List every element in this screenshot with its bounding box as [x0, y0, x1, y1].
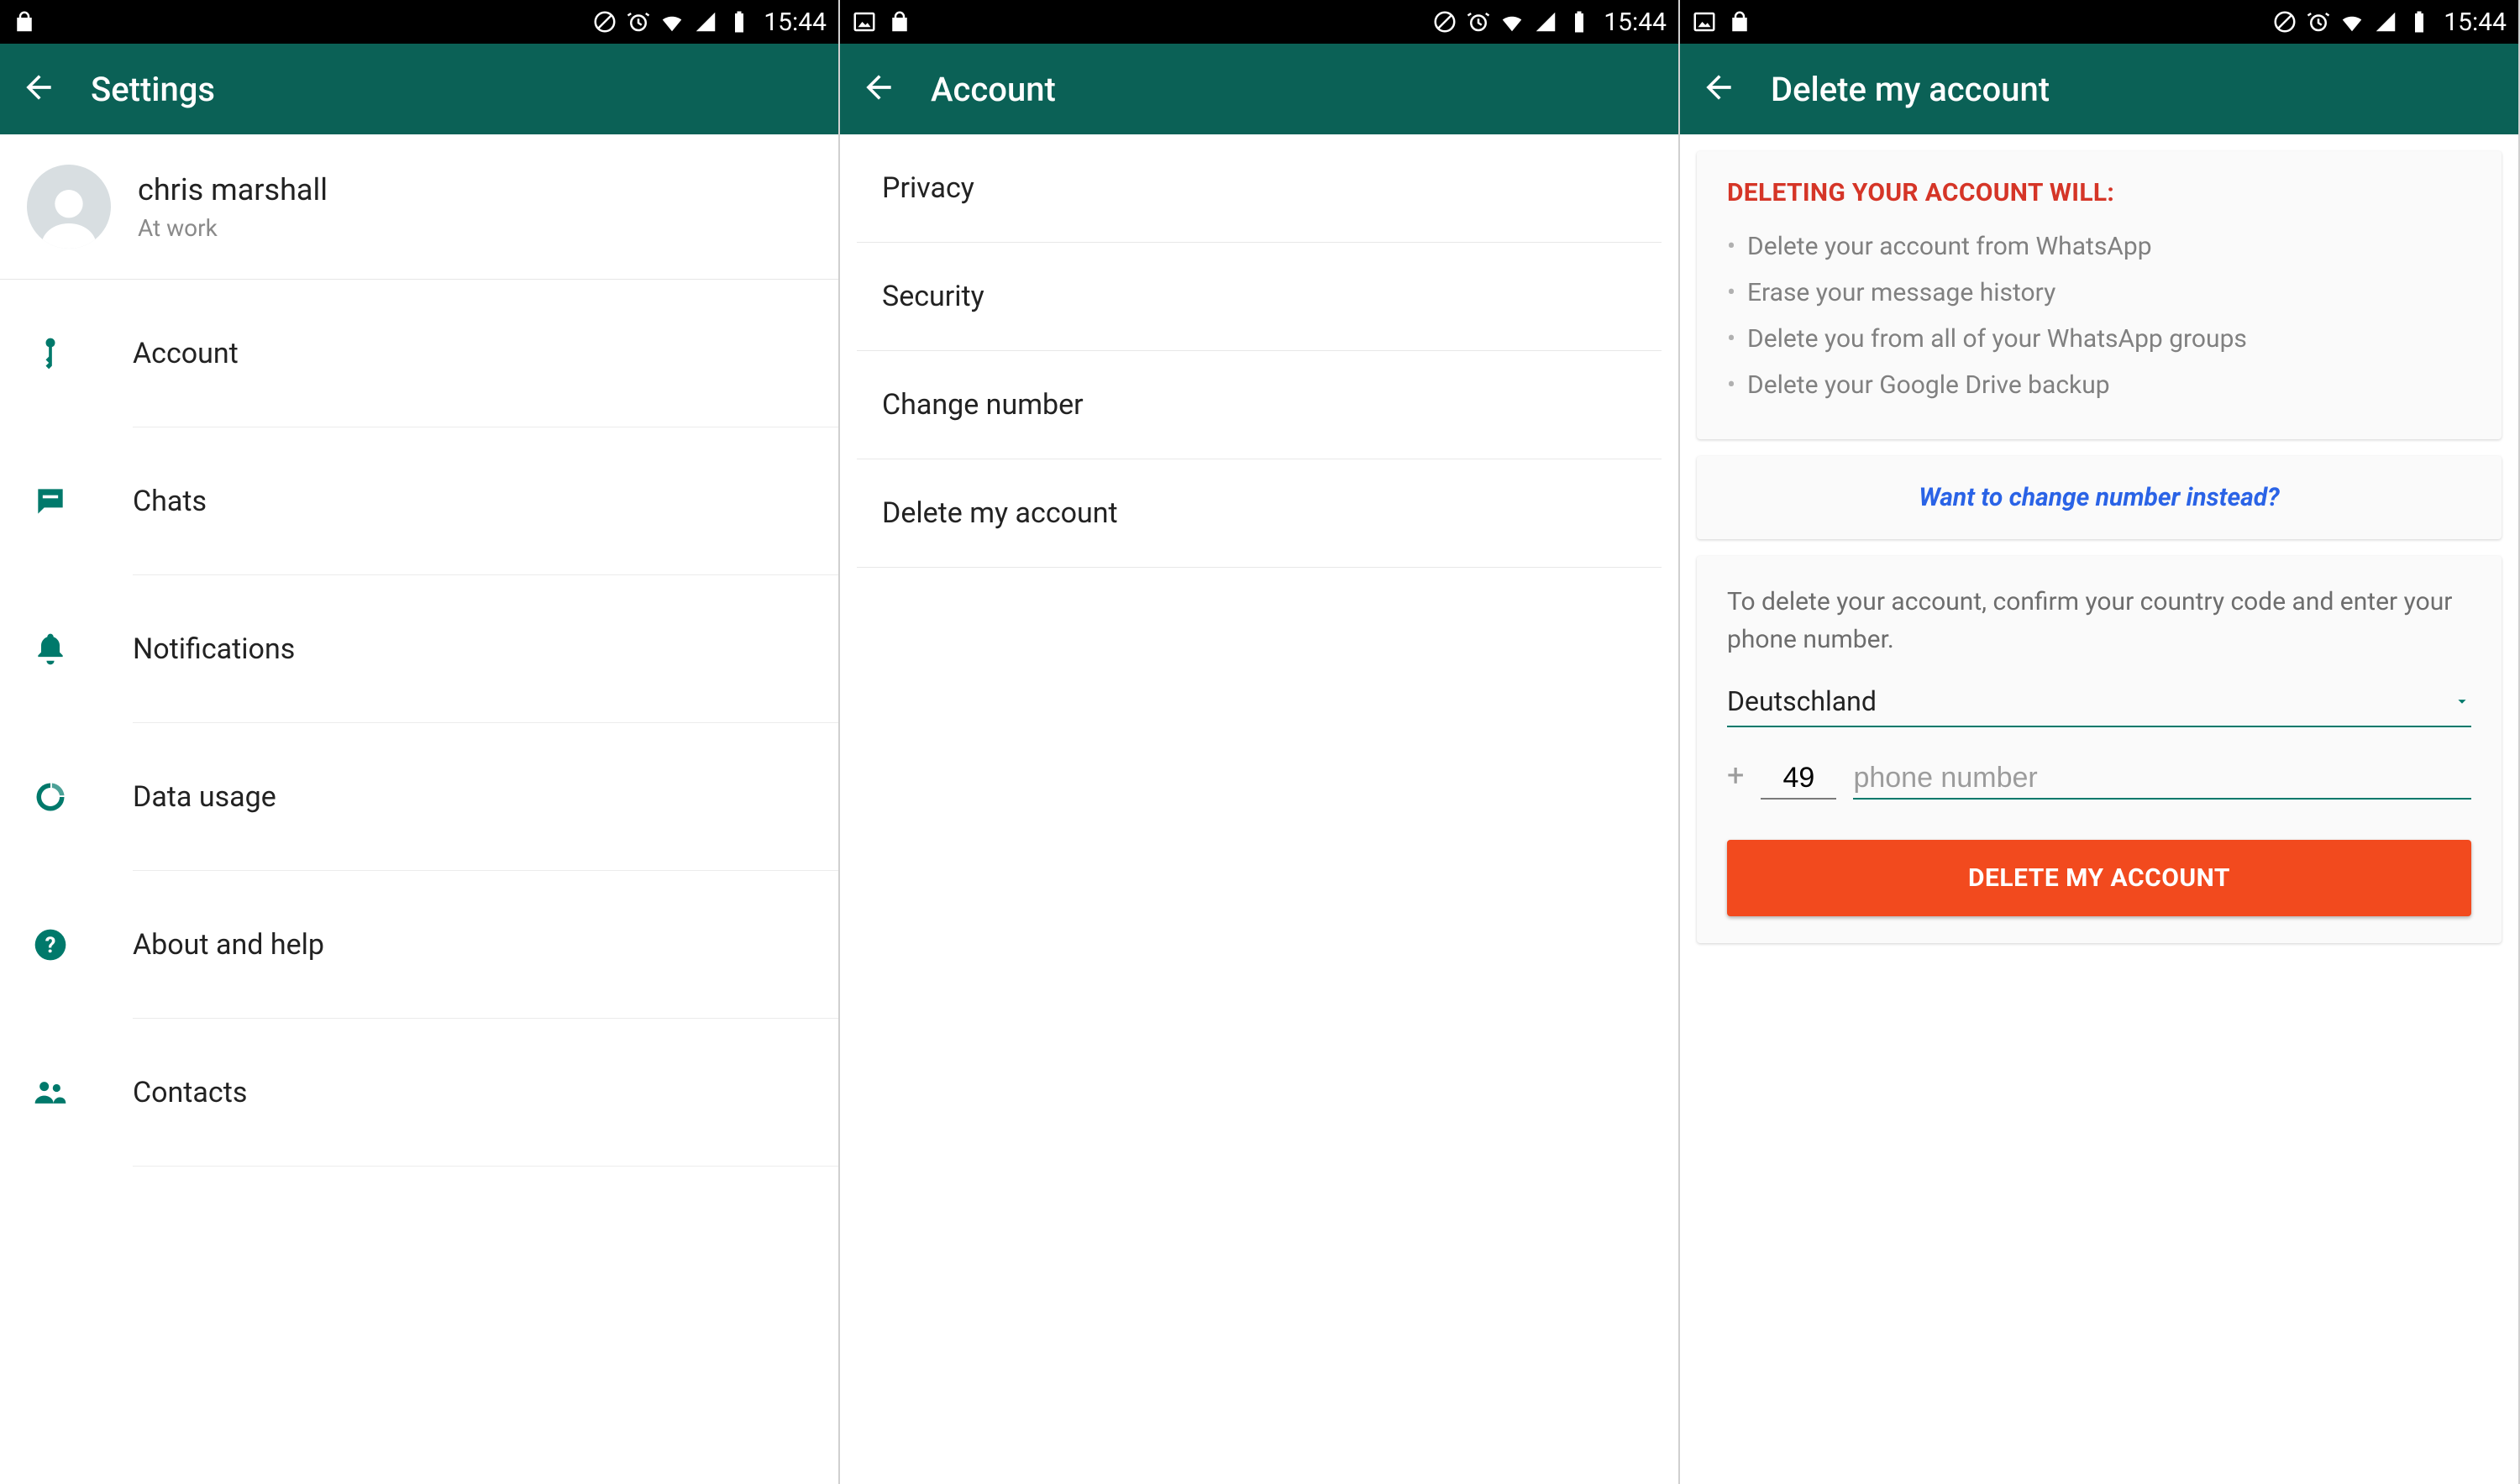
lock-icon — [1727, 9, 1752, 34]
profile-name: chris marshall — [138, 172, 328, 207]
bullet-item: Delete you from all of your WhatsApp gro… — [1727, 320, 2471, 358]
settings-item-notifications[interactable]: Notifications — [133, 575, 838, 723]
country-selector[interactable]: Deutschland — [1727, 679, 2471, 727]
page-title: Settings — [91, 70, 215, 109]
contacts-icon — [27, 1074, 74, 1111]
clock-text: 15:44 — [2444, 8, 2507, 37]
lock-icon — [12, 9, 37, 34]
delete-body: DELETING YOUR ACCOUNT WILL: Delete your … — [1680, 134, 2518, 960]
signal-icon — [693, 9, 718, 34]
change-number-card[interactable]: Want to change number instead? — [1697, 456, 2502, 539]
account-item-security[interactable]: Security — [857, 243, 1662, 351]
app-bar: Settings — [0, 44, 838, 134]
phone-number-input[interactable] — [1853, 758, 2471, 800]
settings-item-contacts[interactable]: Contacts — [133, 1019, 838, 1167]
alarm-icon — [626, 9, 651, 34]
status-bar: 15:44 — [1680, 0, 2518, 44]
confirm-card: To delete your account, confirm your cou… — [1697, 556, 2502, 943]
plus-icon: + — [1727, 758, 1744, 800]
settings-item-account[interactable]: Account — [133, 280, 838, 427]
app-bar: Delete my account — [1680, 44, 2518, 134]
screen-settings: 15:44 Settings chris marshall At work Ac… — [0, 0, 840, 1484]
warning-title: DELETING YOUR ACCOUNT WILL: — [1727, 178, 2471, 207]
page-title: Delete my account — [1771, 70, 2050, 109]
instruction-text: To delete your account, confirm your cou… — [1727, 583, 2471, 658]
chat-icon — [27, 483, 74, 520]
avatar — [27, 165, 111, 249]
phone-row: + — [1727, 758, 2471, 800]
battery-icon — [2407, 9, 2432, 34]
alarm-icon — [2306, 9, 2331, 34]
data-usage-icon — [27, 779, 74, 815]
account-item-privacy[interactable]: Privacy — [857, 134, 1662, 243]
back-icon[interactable] — [1700, 69, 1737, 109]
image-icon — [852, 9, 877, 34]
help-icon: ? — [27, 926, 74, 963]
bullet-item: Delete your account from WhatsApp — [1727, 228, 2471, 265]
status-bar: 15:44 — [0, 0, 838, 44]
settings-label: Data usage — [133, 780, 276, 814]
bell-icon — [27, 631, 74, 668]
key-icon — [27, 335, 74, 372]
battery-icon — [727, 9, 752, 34]
settings-item-data-usage[interactable]: Data usage — [133, 723, 838, 871]
screen-delete-account: 15:44 Delete my account DELETING YOUR AC… — [1680, 0, 2520, 1484]
clock-text: 15:44 — [1604, 8, 1667, 37]
settings-label: Account — [133, 337, 239, 370]
change-number-link[interactable]: Want to change number instead? — [1727, 483, 2471, 512]
alarm-icon — [1466, 9, 1491, 34]
profile-row[interactable]: chris marshall At work — [0, 134, 838, 280]
warning-bullets: Delete your account from WhatsApp Erase … — [1727, 228, 2471, 404]
settings-label: Notifications — [133, 632, 295, 666]
signal-icon — [1533, 9, 1558, 34]
settings-list: Account Chats Notifications Data usage ?… — [0, 280, 838, 1167]
country-name: Deutschland — [1727, 685, 1877, 717]
settings-label: About and help — [133, 928, 324, 962]
settings-item-about[interactable]: ? About and help — [133, 871, 838, 1019]
wifi-icon — [1499, 9, 1525, 34]
image-icon — [1692, 9, 1717, 34]
delete-account-button[interactable]: DELETE MY ACCOUNT — [1727, 840, 2471, 916]
settings-label: Contacts — [133, 1076, 247, 1109]
account-item-delete[interactable]: Delete my account — [857, 459, 1662, 568]
svg-text:?: ? — [45, 933, 56, 958]
settings-label: Chats — [133, 485, 207, 518]
country-code-input[interactable] — [1761, 758, 1836, 800]
account-item-change-number[interactable]: Change number — [857, 351, 1662, 459]
signal-icon — [2373, 9, 2398, 34]
bullet-item: Erase your message history — [1727, 274, 2471, 312]
no-sim-icon — [592, 9, 617, 34]
profile-status: At work — [138, 214, 328, 242]
page-title: Account — [931, 70, 1056, 109]
back-icon[interactable] — [860, 69, 897, 109]
settings-item-chats[interactable]: Chats — [133, 427, 838, 575]
wifi-icon — [2339, 9, 2365, 34]
clock-text: 15:44 — [764, 8, 827, 37]
dropdown-icon — [2453, 685, 2471, 717]
back-icon[interactable] — [20, 69, 57, 109]
app-bar: Account — [840, 44, 1678, 134]
screen-account: 15:44 Account Privacy Security Change nu… — [840, 0, 1680, 1484]
battery-icon — [1567, 9, 1592, 34]
warning-card: DELETING YOUR ACCOUNT WILL: Delete your … — [1697, 151, 2502, 439]
no-sim-icon — [2272, 9, 2297, 34]
lock-icon — [887, 9, 912, 34]
wifi-icon — [659, 9, 685, 34]
bullet-item: Delete your Google Drive backup — [1727, 366, 2471, 404]
status-bar: 15:44 — [840, 0, 1678, 44]
account-list: Privacy Security Change number Delete my… — [840, 134, 1678, 568]
no-sim-icon — [1432, 9, 1457, 34]
